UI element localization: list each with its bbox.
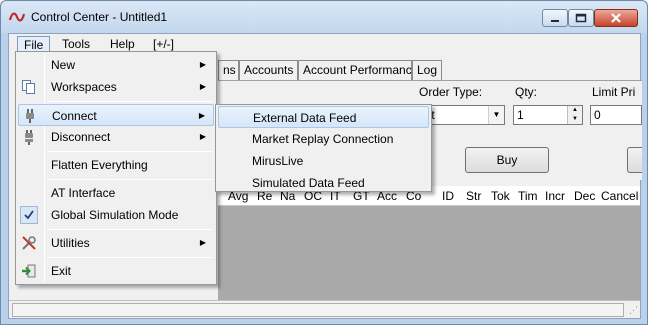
- menu-separator: [47, 151, 213, 152]
- tools-icon: [21, 235, 37, 251]
- status-bar: ⋰: [9, 300, 640, 318]
- tab-positions[interactable]: ns: [218, 60, 239, 80]
- menu-separator: [47, 179, 213, 180]
- submenu-item-label: Market Replay Connection: [252, 132, 394, 146]
- exit-icon: [21, 263, 37, 279]
- menu-item-label: Exit: [51, 264, 72, 278]
- tab-accounts[interactable]: Accounts: [239, 60, 298, 80]
- qty-label: Qty:: [515, 85, 538, 99]
- menu-separator: [47, 101, 213, 102]
- connect-submenu: External Data Feed Market Replay Connect…: [215, 104, 432, 192]
- menu-item-utilities[interactable]: Utilities ▶: [18, 232, 214, 254]
- menu-separator: [47, 257, 213, 258]
- submenu-arrow-icon: ▶: [199, 238, 206, 247]
- close-icon: [611, 13, 621, 23]
- menu-item-exit[interactable]: Exit: [18, 260, 214, 282]
- menu-separator: [47, 229, 213, 230]
- menu-item-label: Workspaces: [51, 80, 117, 94]
- menu-item-flatten-everything[interactable]: Flatten Everything: [18, 154, 214, 176]
- window-title: Control Center - Untitled1: [31, 10, 168, 24]
- menu-item-label: Connect: [52, 109, 97, 123]
- submenu-arrow-icon: ▶: [198, 111, 205, 120]
- col-id[interactable]: ID: [442, 189, 454, 203]
- buy-button[interactable]: Buy: [465, 147, 549, 173]
- workspaces-icon: [21, 79, 37, 95]
- submenu-item-label: Simulated Data Feed: [252, 176, 365, 190]
- minimize-icon: [551, 20, 559, 22]
- col-dec[interactable]: Dec: [574, 189, 595, 203]
- close-button[interactable]: [594, 9, 638, 27]
- menu-item-global-simulation-mode[interactable]: Global Simulation Mode: [18, 204, 214, 226]
- chevron-down-icon[interactable]: ▼: [488, 106, 504, 124]
- title-bar[interactable]: Control Center - Untitled1: [1, 1, 647, 33]
- order-type-label: Order Type:: [419, 85, 483, 99]
- menu-item-label: Utilities: [51, 236, 90, 250]
- menu-item-label: Global Simulation Mode: [51, 208, 179, 222]
- menu-item-label: AT Interface: [51, 186, 116, 200]
- col-tim[interactable]: Tim: [518, 189, 538, 203]
- submenu-item-miruslive[interactable]: MirusLive: [218, 150, 429, 172]
- menu-item-connect[interactable]: Connect ▶: [18, 104, 214, 126]
- sell-button[interactable]: [627, 147, 642, 173]
- menu-item-at-interface[interactable]: AT Interface: [18, 182, 214, 204]
- submenu-arrow-icon: ▶: [199, 60, 206, 69]
- col-tok[interactable]: Tok: [491, 189, 510, 203]
- col-incr[interactable]: Incr: [545, 189, 565, 203]
- submenu-item-label: External Data Feed: [253, 111, 357, 125]
- menu-item-label: Flatten Everything: [51, 158, 148, 172]
- plug-icon: [22, 108, 38, 124]
- limit-price-value: 0: [594, 108, 601, 122]
- file-menu: New ▶ Workspaces ▶ Connect ▶ Disconnect …: [15, 51, 217, 285]
- maximize-icon: [575, 13, 587, 23]
- tab-log[interactable]: Log: [412, 60, 442, 80]
- maximize-button[interactable]: [568, 9, 594, 27]
- menu-item-label: New: [51, 58, 76, 72]
- submenu-arrow-icon: ▶: [199, 132, 206, 141]
- col-cancel[interactable]: Cancel: [601, 189, 638, 203]
- submenu-arrow-icon: ▶: [199, 82, 206, 91]
- spin-arrows-icon[interactable]: ▲ ▼: [567, 106, 582, 124]
- menu-item-workspaces[interactable]: Workspaces ▶: [18, 76, 214, 98]
- unplug-icon: [21, 129, 37, 145]
- col-str[interactable]: Str: [466, 189, 481, 203]
- menu-item-new[interactable]: New ▶: [18, 54, 214, 76]
- status-field: [12, 303, 624, 317]
- limit-price-label: Limit Pri: [592, 85, 636, 99]
- resize-grip-icon[interactable]: ⋰: [629, 305, 638, 316]
- app-logo-icon: [9, 12, 25, 22]
- menu-item-label: Disconnect: [51, 130, 111, 144]
- menu-item-disconnect[interactable]: Disconnect ▶: [18, 126, 214, 148]
- qty-stepper[interactable]: 1 ▲ ▼: [513, 105, 583, 125]
- limit-price-field[interactable]: 0: [590, 105, 642, 125]
- checkmark-icon: [20, 206, 38, 224]
- minimize-button[interactable]: [542, 9, 568, 27]
- qty-value: 1: [517, 108, 524, 122]
- submenu-item-label: MirusLive: [252, 154, 304, 168]
- submenu-item-simulated-data-feed[interactable]: Simulated Data Feed: [218, 172, 429, 194]
- submenu-item-market-replay-connection[interactable]: Market Replay Connection: [218, 128, 429, 150]
- tab-account-performance[interactable]: Account Performance: [298, 60, 418, 80]
- submenu-item-external-data-feed[interactable]: External Data Feed: [218, 106, 429, 128]
